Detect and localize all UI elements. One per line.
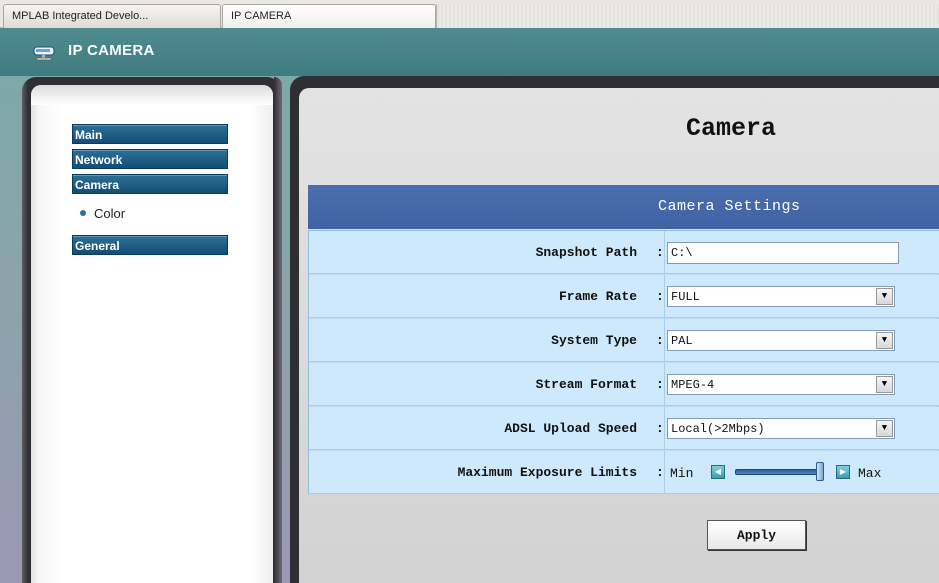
- row-divider: [664, 319, 665, 362]
- nav-panel-top: [31, 85, 273, 105]
- page-title: Camera: [686, 114, 777, 143]
- settings-row-snapshot-path: Snapshot Path : C:\: [309, 231, 939, 274]
- bullet-icon: [80, 210, 86, 216]
- settings-row-frame-rate: Frame Rate : FULL ▼: [309, 275, 939, 318]
- chevron-down-icon[interactable]: ▼: [876, 332, 893, 349]
- snapshot-path-input[interactable]: C:\: [667, 242, 899, 264]
- exposure-min-label: Min: [670, 466, 694, 481]
- settings-table: Snapshot Path : C:\ Frame Rate : FULL ▼ …: [308, 230, 939, 494]
- frame-rate-select[interactable]: FULL ▼: [667, 286, 895, 307]
- row-colon: :: [656, 377, 664, 392]
- tabstrip-empty-area: [436, 4, 939, 28]
- system-type-select[interactable]: PAL ▼: [667, 330, 895, 351]
- adsl-upload-speed-value: Local(>2Mbps): [671, 422, 765, 436]
- row-divider: [664, 231, 665, 274]
- nav-frame-edge: [274, 77, 282, 583]
- sidebar-subitem-color[interactable]: Color: [80, 206, 125, 221]
- row-colon: :: [656, 289, 664, 304]
- snapshot-path-label: Snapshot Path: [535, 245, 637, 260]
- chevron-left-icon[interactable]: ◀: [711, 465, 725, 479]
- chevron-right-icon[interactable]: ▶: [836, 465, 850, 479]
- network-camera-icon: [33, 46, 55, 61]
- row-divider: [664, 451, 665, 494]
- frame-rate-value: FULL: [671, 290, 700, 304]
- row-colon: :: [656, 465, 664, 480]
- exposure-slider-track[interactable]: [735, 469, 821, 475]
- chevron-down-icon[interactable]: ▼: [876, 376, 893, 393]
- settings-section-header: Camera Settings: [308, 185, 939, 229]
- apply-button[interactable]: Apply: [707, 520, 806, 550]
- sidebar-item-main[interactable]: Main: [72, 124, 228, 144]
- stream-format-label: Stream Format: [535, 377, 637, 392]
- sidebar-item-general[interactable]: General: [72, 235, 228, 255]
- sidebar-item-camera[interactable]: Camera: [72, 174, 228, 194]
- browser-tab-mplab[interactable]: MPLAB Integrated Develo...: [3, 4, 221, 28]
- browser-tab-strip: MPLAB Integrated Develo... IP CAMERA: [0, 0, 939, 29]
- settings-row-system-type: System Type : PAL ▼: [309, 319, 939, 362]
- system-type-value: PAL: [671, 334, 693, 348]
- settings-row-max-exposure: Maximum Exposure Limits : Min ◀ ▶ Max: [309, 451, 939, 494]
- chevron-down-icon[interactable]: ▼: [876, 288, 893, 305]
- chevron-down-icon[interactable]: ▼: [876, 420, 893, 437]
- adsl-upload-speed-label: ADSL Upload Speed: [504, 421, 637, 436]
- app-title: IP CAMERA: [68, 42, 155, 59]
- stream-format-select[interactable]: MPEG-4 ▼: [667, 374, 895, 395]
- exposure-slider-thumb[interactable]: [816, 462, 824, 481]
- exposure-max-label: Max: [858, 466, 882, 481]
- sidebar-item-network[interactable]: Network: [72, 149, 228, 169]
- row-divider: [664, 275, 665, 318]
- stream-format-value: MPEG-4: [671, 378, 715, 392]
- row-colon: :: [656, 421, 664, 436]
- row-colon: :: [656, 245, 664, 260]
- adsl-upload-speed-select[interactable]: Local(>2Mbps) ▼: [667, 418, 895, 439]
- max-exposure-label: Maximum Exposure Limits: [457, 465, 637, 480]
- frame-rate-label: Frame Rate: [558, 289, 637, 304]
- sidebar-subitem-label: Color: [94, 206, 126, 221]
- row-divider: [664, 363, 665, 406]
- settings-row-stream-format: Stream Format : MPEG-4 ▼: [309, 363, 939, 406]
- settings-row-adsl-upload-speed: ADSL Upload Speed : Local(>2Mbps) ▼: [309, 407, 939, 450]
- system-type-label: System Type: [551, 333, 637, 348]
- row-colon: :: [656, 333, 664, 348]
- app-header: IP CAMERA: [0, 28, 939, 76]
- browser-tab-ip-camera[interactable]: IP CAMERA: [222, 4, 436, 29]
- row-divider: [664, 407, 665, 450]
